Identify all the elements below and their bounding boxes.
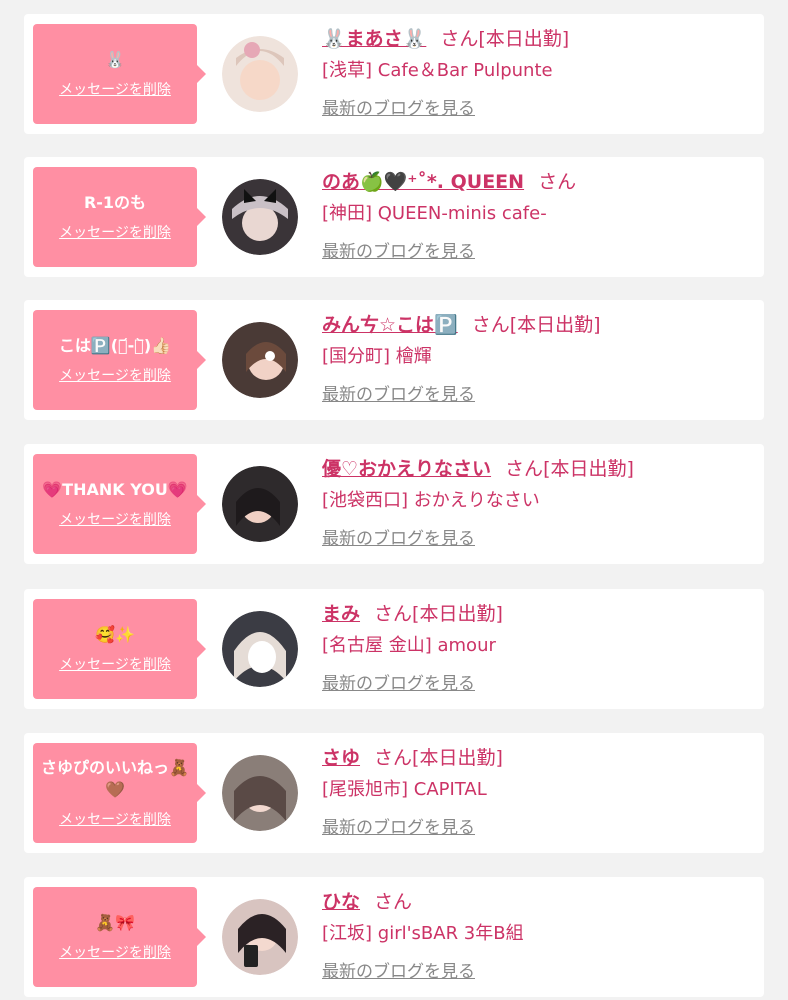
item-info: まみ さん[本日出勤] [名古屋 金山] amour 最新のブログを見る (322, 599, 754, 694)
honorific: さん (440, 28, 479, 50)
message-text: こは🅿️(・᷄-・᷅)👍🏻 (58, 336, 172, 355)
list-item: 🐰 メッセージを削除 🐰まあさ🐰 さん[本日出勤] [浅草] Cafe＆Bar P… (24, 14, 764, 134)
honorific: さん (374, 891, 413, 913)
shop-text: [名古屋 金山] amour (322, 635, 496, 656)
avatar[interactable] (222, 322, 298, 398)
honorific: さん (471, 314, 510, 336)
item-info: さゆ さん[本日出勤] [尾張旭市] CAPITAL 最新のブログを見る (322, 743, 754, 838)
list-item: R-1のも メッセージを削除 のあ🍏🖤⁺˚*. QUEEN さん [神田] QUE… (24, 157, 764, 277)
latest-blog-link[interactable]: 最新のブログを見る (322, 957, 475, 982)
name-line: 🐰まあさ🐰 さん[本日出勤] (322, 24, 754, 54)
shop-text: [国分町] 檜輝 (322, 346, 432, 367)
honorific: さん (505, 458, 544, 480)
status-text: [本日出勤] (412, 603, 503, 625)
delete-message-link[interactable]: メッセージを削除 (59, 222, 171, 242)
delete-message-link[interactable]: メッセージを削除 (59, 79, 171, 99)
name-line: みんㄘ☆こは🅿️ さん[本日出勤] (322, 310, 754, 340)
delete-message-link[interactable]: メッセージを削除 (59, 654, 171, 674)
status-text: [本日出勤] (509, 314, 601, 336)
name-line: さゆ さん[本日出勤] (322, 743, 754, 773)
shop-text: [池袋西口] おかえりなさい (322, 490, 540, 511)
list-item: 💗THANK YOU💗 メッセージを削除 優♡おかえりなさい さん[本日出勤] [… (24, 444, 764, 564)
list-item: さゆぴのいいねっ🧸🤎 メッセージを削除 さゆ さん[本日出勤] [尾張旭市] CA… (24, 733, 764, 853)
item-info: ひな さん [江坂] girl'sBAR 3年B組 最新のブログを見る (322, 887, 754, 982)
item-info: みんㄘ☆こは🅿️ さん[本日出勤] [国分町] 檜輝 最新のブログを見る (322, 310, 754, 405)
message-bubble: こは🅿️(・᷄-・᷅)👍🏻 メッセージを削除 (33, 310, 206, 410)
girl-name-link[interactable]: さゆ (322, 747, 360, 769)
name-line: まみ さん[本日出勤] (322, 599, 754, 629)
honorific: さん (374, 747, 413, 769)
message-bubble: 🧸🎀 メッセージを削除 (33, 887, 206, 987)
girl-name-link[interactable]: のあ🍏🖤⁺˚*. QUEEN (322, 171, 524, 193)
delete-message-link[interactable]: メッセージを削除 (59, 942, 171, 962)
item-info: のあ🍏🖤⁺˚*. QUEEN さん [神田] QUEEN-minis cafe- … (322, 167, 754, 262)
delete-message-link[interactable]: メッセージを削除 (59, 809, 171, 829)
list-item: こは🅿️(・᷄-・᷅)👍🏻 メッセージを削除 みんㄘ☆こは🅿️ さん[本日出勤] … (24, 300, 764, 420)
avatar[interactable] (222, 755, 298, 831)
avatar[interactable] (222, 899, 298, 975)
delete-message-link[interactable]: メッセージを削除 (59, 509, 171, 529)
message-bubble: さゆぴのいいねっ🧸🤎 メッセージを削除 (33, 743, 206, 843)
list-item: 🧸🎀 メッセージを削除 ひな さん [江坂] girl'sBAR 3年B組 最新の… (24, 877, 764, 997)
shop-text: [神田] QUEEN-minis cafe- (322, 203, 547, 224)
girl-name-link[interactable]: まみ (322, 603, 360, 625)
latest-blog-link[interactable]: 最新のブログを見る (322, 669, 475, 694)
honorific: さん (374, 603, 413, 625)
message-bubble: R-1のも メッセージを削除 (33, 167, 206, 267)
avatar[interactable] (222, 611, 298, 687)
message-text: 🥰✨ (95, 625, 135, 644)
girl-name-link[interactable]: 🐰まあさ🐰 (322, 28, 426, 50)
status-text: [本日出勤] (543, 458, 634, 480)
shop-text: [浅草] Cafe＆Bar Pulpunte (322, 60, 553, 81)
name-line: ひな さん (322, 887, 754, 917)
avatar[interactable] (222, 466, 298, 542)
message-text: 🧸🎀 (95, 913, 135, 932)
item-info: 🐰まあさ🐰 さん[本日出勤] [浅草] Cafe＆Bar Pulpunte 最新の… (322, 24, 754, 119)
list-item: 🥰✨ メッセージを削除 まみ さん[本日出勤] [名古屋 金山] amour 最新… (24, 589, 764, 709)
girl-name-link[interactable]: みんㄘ☆こは🅿️ (322, 314, 458, 336)
latest-blog-link[interactable]: 最新のブログを見る (322, 380, 475, 405)
honorific: さん (538, 171, 577, 193)
latest-blog-link[interactable]: 最新のブログを見る (322, 237, 475, 262)
status-text: [本日出勤] (478, 28, 570, 50)
message-text: R-1のも (83, 193, 147, 212)
avatar[interactable] (222, 179, 298, 255)
message-bubble: 🐰 メッセージを削除 (33, 24, 206, 124)
latest-blog-link[interactable]: 最新のブログを見る (322, 524, 475, 549)
shop-text: [尾張旭市] CAPITAL (322, 779, 487, 800)
girl-name-link[interactable]: ひな (322, 891, 360, 913)
latest-blog-link[interactable]: 最新のブログを見る (322, 813, 475, 838)
avatar[interactable] (222, 36, 298, 112)
delete-message-link[interactable]: メッセージを削除 (59, 365, 171, 385)
message-list: 🐰 メッセージを削除 🐰まあさ🐰 さん[本日出勤] [浅草] Cafe＆Bar P… (0, 0, 788, 1000)
latest-blog-link[interactable]: 最新のブログを見る (322, 94, 475, 119)
item-info: 優♡おかえりなさい さん[本日出勤] [池袋西口] おかえりなさい 最新のブログを… (322, 454, 754, 549)
message-bubble: 💗THANK YOU💗 メッセージを削除 (33, 454, 206, 554)
name-line: のあ🍏🖤⁺˚*. QUEEN さん (322, 167, 754, 197)
name-line: 優♡おかえりなさい さん[本日出勤] (322, 454, 754, 484)
message-bubble: 🥰✨ メッセージを削除 (33, 599, 206, 699)
message-text: 💗THANK YOU💗 (42, 480, 188, 499)
message-text: さゆぴのいいねっ🧸🤎 (41, 758, 189, 799)
message-text: 🐰 (105, 50, 125, 69)
status-text: [本日出勤] (412, 747, 503, 769)
girl-name-link[interactable]: 優♡おかえりなさい (322, 458, 491, 480)
shop-text: [江坂] girl'sBAR 3年B組 (322, 923, 524, 944)
